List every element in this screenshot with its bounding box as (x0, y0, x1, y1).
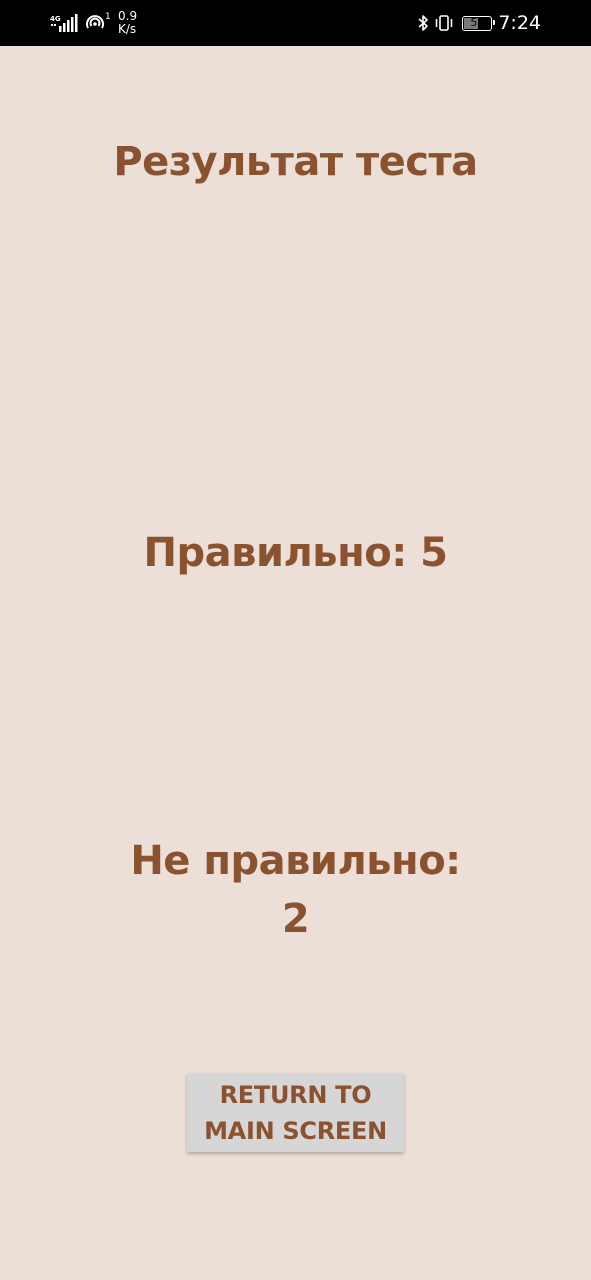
hotspot-count: 1 (105, 12, 111, 22)
signal-icon: 4G (50, 13, 78, 33)
hotspot-icon: 1 (84, 12, 112, 34)
battery-icon: 52 (462, 15, 496, 31)
return-to-main-screen-button[interactable]: RETURN TO MAIN SCREEN (187, 1073, 404, 1152)
status-bar-left: 4G 1 0.9 K/s (50, 10, 137, 36)
network-type-label: 4G (50, 15, 61, 23)
speed-unit: K/s (118, 22, 137, 36)
network-speed: 0.9 K/s (118, 10, 137, 36)
status-bar-right: 52 7:24 (417, 10, 541, 36)
incorrect-value: 2 (281, 896, 310, 942)
incorrect-label: Не правильно: (130, 838, 461, 884)
correct-answers-count: Правильно: 5 (143, 530, 448, 576)
bluetooth-icon (417, 14, 429, 32)
incorrect-answers-count: Не правильно: 2 (0, 832, 591, 948)
status-bar: 4G 1 0.9 K/s 52 7:24 (0, 0, 591, 46)
battery-level-text: 52 (470, 15, 485, 29)
page-title: Результат теста (113, 139, 478, 185)
vibrate-icon (434, 14, 454, 32)
status-time: 7:24 (498, 12, 541, 34)
